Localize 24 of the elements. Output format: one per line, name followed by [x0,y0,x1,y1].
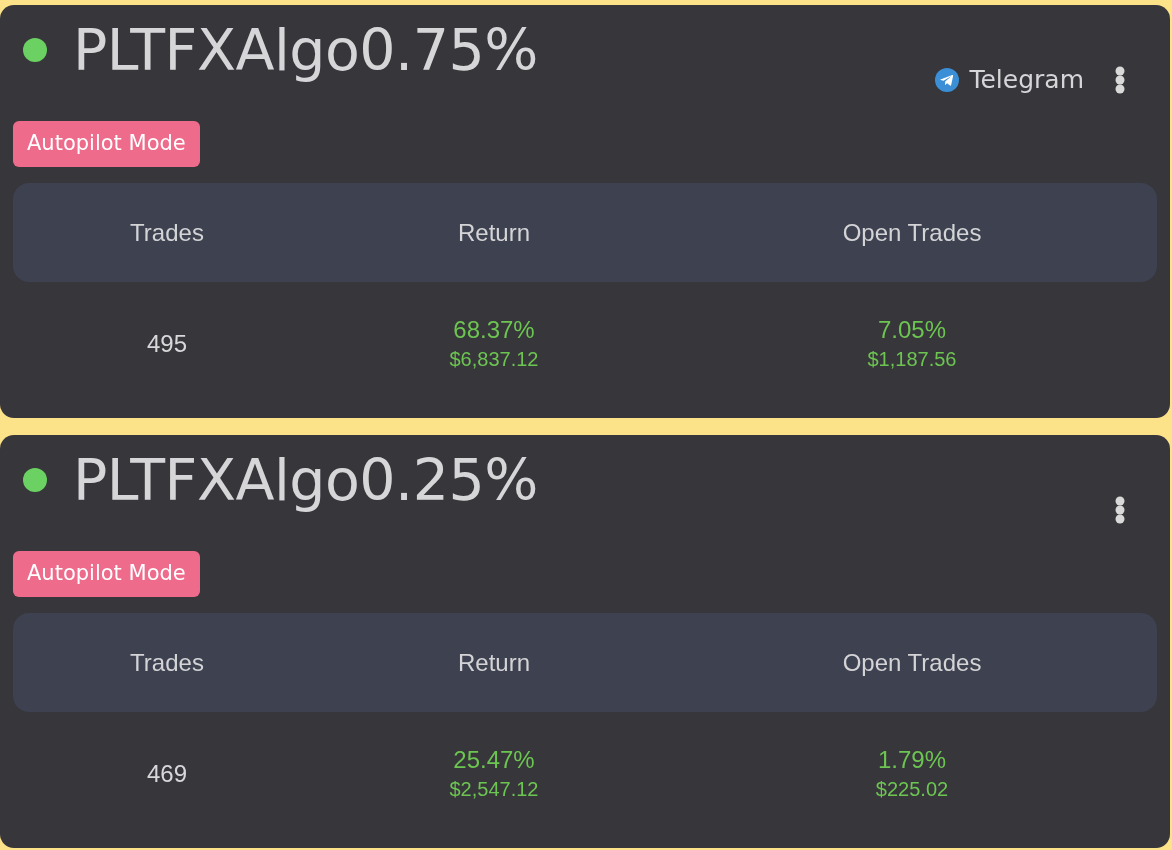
column-header: Trades [130,647,204,678]
mode-badge: Autopilot Mode [13,121,200,167]
percent-value: 68.37% [453,316,535,344]
percent-value: 1.79% [877,746,947,774]
column-header: Trades [130,217,204,248]
percent-value: 7.05% [877,316,947,344]
column-header: Return [457,217,530,248]
telegram-icon [935,68,960,92]
column-header: Return [457,647,530,678]
more-options-icon [1115,496,1125,524]
more-options-icon [1115,66,1125,94]
amount-value: $2,547.12 [449,777,539,802]
column-header: Open Trades [842,647,982,678]
percent-value: 25.47% [453,746,535,774]
telegram-link[interactable]: Telegram [935,65,1084,95]
trades-value: 495 [146,329,187,359]
strategy-title: PLTFXAlgo0.25% [73,447,538,513]
strategy-title: PLTFXAlgo0.75% [73,17,538,83]
amount-value: $1,187.56 [867,347,957,372]
amount-value: $225.02 [875,777,949,802]
amount-value: $6,837.12 [449,347,539,372]
trades-value: 469 [146,759,187,789]
mode-badge: Autopilot Mode [13,551,200,597]
column-header: Open Trades [842,217,982,248]
